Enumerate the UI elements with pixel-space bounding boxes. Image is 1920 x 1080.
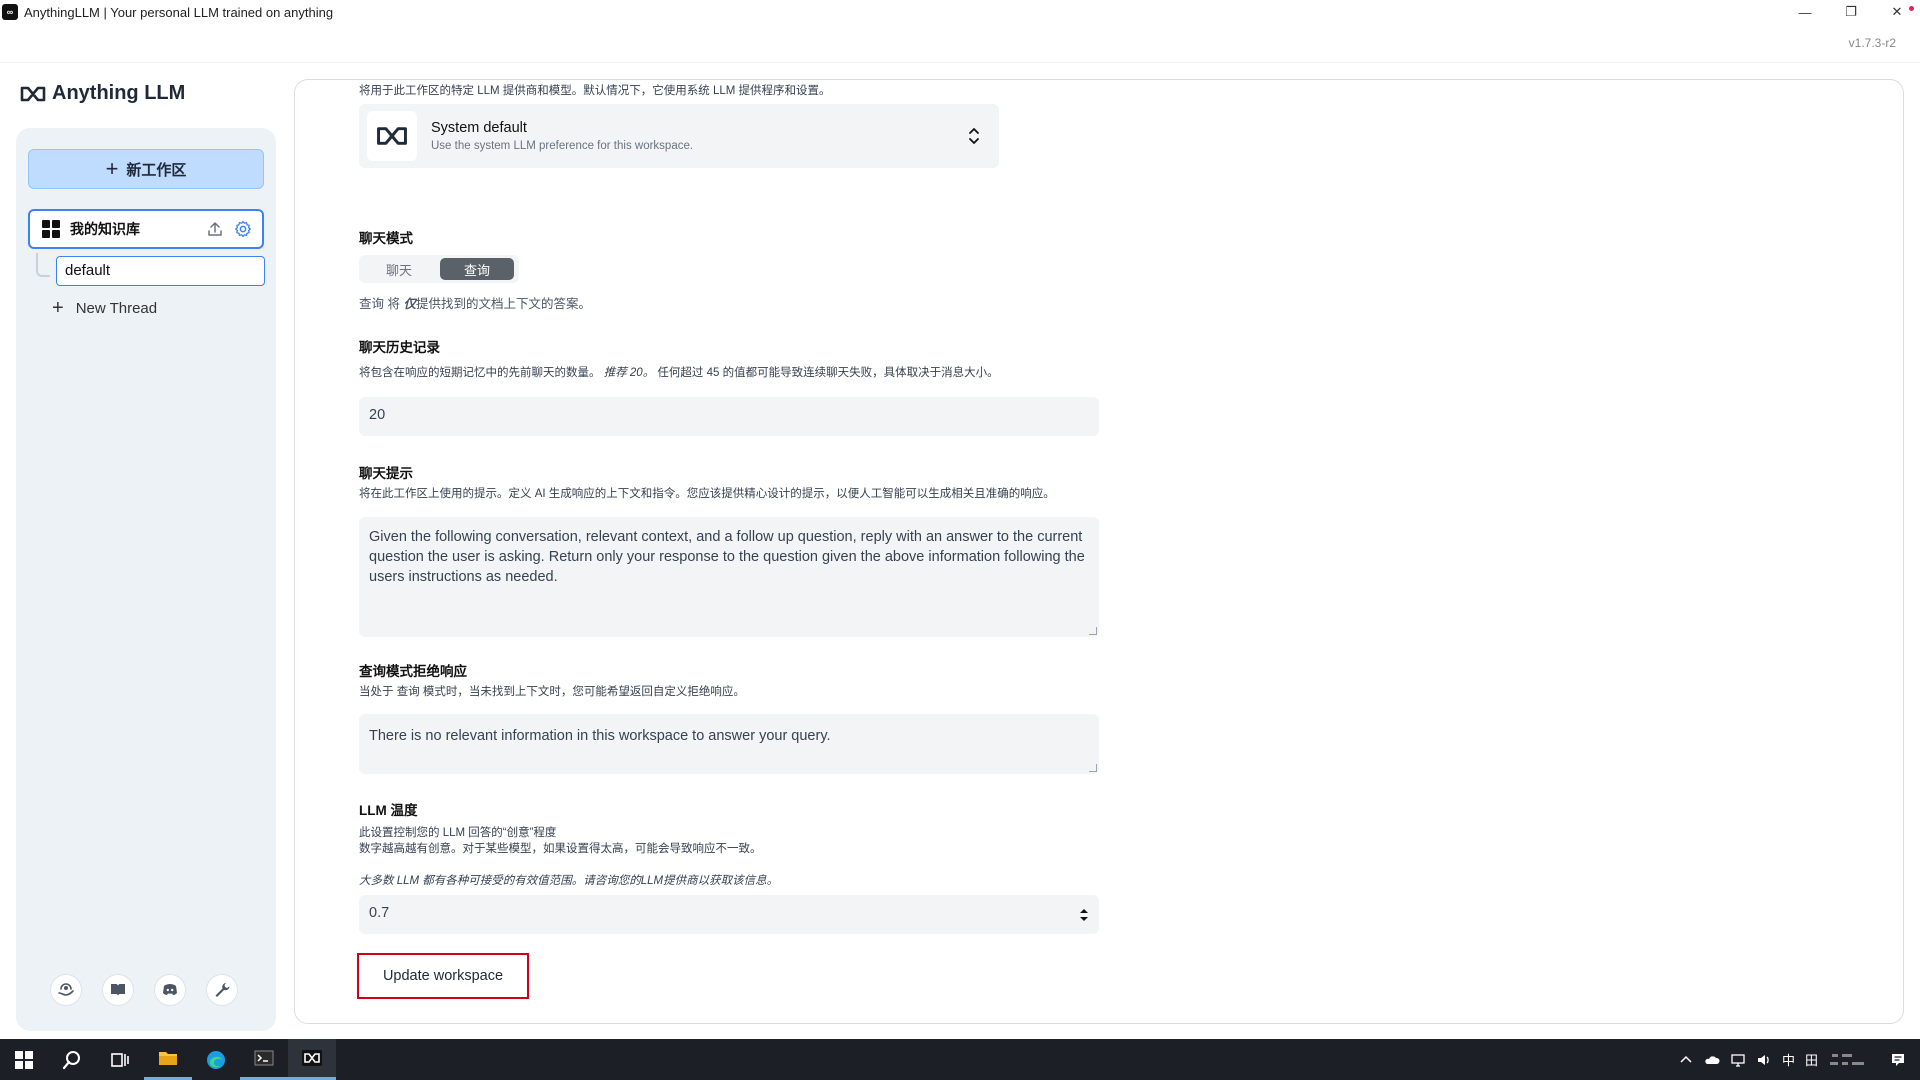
- sidebar-footer: [50, 974, 238, 1006]
- llm-select-title: System default: [431, 120, 527, 136]
- plus-icon: +: [105, 156, 119, 181]
- history-desc-prefix: 将包含在响应的短期记忆中的先前聊天的数量。: [359, 367, 601, 379]
- windows-start-icon: [15, 1050, 33, 1069]
- terminal-taskbar[interactable]: [240, 1039, 288, 1080]
- chat-history-heading: 聊天历史记录: [359, 340, 440, 355]
- anythingllm-taskbar[interactable]: [288, 1039, 336, 1080]
- network-icon[interactable]: [1730, 1052, 1746, 1068]
- window-title: AnythingLLM | Your personal LLM trained …: [24, 4, 334, 20]
- llm-select-description: Use the system LLM preference for this w…: [431, 140, 694, 152]
- clock-placeholder-icon[interactable]: [1828, 1052, 1868, 1068]
- community-hub-button[interactable]: [50, 974, 82, 1006]
- resize-handle[interactable]: [1089, 764, 1097, 772]
- workspace-grid-icon: [42, 220, 60, 238]
- chat-prompt-textarea[interactable]: Given the following conversation, releva…: [359, 517, 1099, 637]
- start-button[interactable]: [0, 1039, 48, 1080]
- app-logo: Anything LLM: [20, 82, 185, 105]
- close-button[interactable]: ✕: [1874, 0, 1920, 24]
- logo-text: Anything LLM: [52, 82, 186, 104]
- taskbar-search-button[interactable]: [48, 1039, 96, 1080]
- chat-mode-help-prefix: 查询 将: [359, 297, 400, 311]
- chevron-up-icon[interactable]: [1678, 1052, 1694, 1068]
- temperature-desc-line2: 数字越高越有创意。对于某些模型，如果设置得太高，可能会导致响应不一致。: [359, 843, 762, 855]
- minimize-button[interactable]: —: [1782, 0, 1828, 24]
- gear-icon[interactable]: [234, 220, 252, 238]
- settings-button[interactable]: [206, 974, 238, 1006]
- chat-prompt-heading: 聊天提示: [359, 466, 413, 481]
- anythingllm-icon: [302, 1050, 322, 1066]
- chat-mode-help-emphasis: 仅: [403, 297, 416, 311]
- file-explorer-taskbar[interactable]: [144, 1039, 192, 1080]
- notification-center-icon[interactable]: [1890, 1052, 1906, 1068]
- chat-prompt-text: Given the following conversation, releva…: [369, 529, 1085, 585]
- version-label: v1.7.3-r2: [1848, 36, 1896, 50]
- edge-browser-icon: [207, 1050, 225, 1069]
- ime-mode-indicator[interactable]: 田: [1805, 1050, 1818, 1069]
- resize-handle[interactable]: [1089, 627, 1097, 635]
- terminal-icon: [254, 1050, 274, 1066]
- new-workspace-label: 新工作区: [126, 161, 187, 179]
- volume-icon[interactable]: [1756, 1052, 1772, 1068]
- chat-history-input[interactable]: 20: [359, 397, 1099, 436]
- plus-icon: +: [52, 297, 64, 319]
- title-bar: ∞ AnythingLLM | Your personal LLM traine…: [0, 0, 1920, 24]
- update-workspace-button[interactable]: Update workspace: [357, 953, 529, 999]
- chat-mode-help-suffix: 提供找到的文档上下文的答案。: [415, 297, 591, 311]
- upload-icon[interactable]: [206, 220, 224, 238]
- chat-mode-help: 查询 将 仅提供找到的文档上下文的答案。: [359, 293, 591, 312]
- docs-button[interactable]: [102, 974, 134, 1006]
- task-view-icon: [111, 1052, 129, 1067]
- task-view-button[interactable]: [96, 1039, 144, 1080]
- temperature-value: 0.7: [369, 905, 390, 921]
- temperature-desc-line1: 此设置控制您的 LLM 回答的“创意”程度: [359, 827, 557, 839]
- new-thread-button[interactable]: + New Thread: [52, 298, 157, 318]
- llm-temperature-heading: LLM 温度: [359, 803, 418, 818]
- file-explorer-icon: [159, 1052, 177, 1065]
- llm-provider-logo: [367, 111, 417, 161]
- anythingllm-logo-icon: [20, 86, 46, 101]
- ime-indicator[interactable]: 中: [1782, 1050, 1795, 1069]
- settings-wrench-icon: [215, 983, 230, 997]
- chat-mode-option-chat[interactable]: 聊天: [362, 258, 436, 280]
- notification-dot: [1909, 6, 1914, 11]
- app-icon: ∞: [2, 4, 18, 20]
- restore-button[interactable]: ❐: [1828, 0, 1874, 24]
- refusal-description: 当处于 查询 模式时，当未找到上下文时，您可能希望返回自定义拒绝响应。: [359, 686, 745, 698]
- temperature-input[interactable]: 0.7: [359, 895, 1099, 934]
- llm-provider-select[interactable]: System default Use the system LLM prefer…: [359, 104, 999, 168]
- workspace-item[interactable]: 我的知识库: [28, 209, 264, 249]
- refusal-text: There is no relevant information in this…: [369, 728, 831, 744]
- anythingllm-logo-icon: [377, 127, 407, 145]
- community-hub-icon: [58, 983, 74, 996]
- thread-item-default[interactable]: default: [56, 256, 265, 286]
- chevron-up-down-icon: [969, 128, 979, 144]
- header-divider: [0, 62, 1920, 63]
- chat-mode-option-query[interactable]: 查询: [440, 258, 514, 280]
- chat-prompt-description: 将在此工作区上使用的提示。定义 AI 生成响应的上下文和指令。您应该提供精心设计…: [359, 488, 1055, 500]
- taskbar: 中 田: [0, 1039, 1920, 1080]
- refusal-heading: 查询模式拒绝响应: [359, 664, 467, 679]
- history-desc-emphasis: 推荐 20。: [603, 367, 655, 379]
- stepper-icon[interactable]: [1079, 907, 1089, 923]
- history-desc-suffix: 任何超过 45 的值都可能导致连续聊天失败，具体取决于消息大小。: [657, 367, 999, 379]
- discord-icon: [163, 984, 177, 995]
- chat-mode-toggle: 聊天 查询: [359, 255, 519, 283]
- refusal-textarea[interactable]: There is no relevant information in this…: [359, 714, 1099, 774]
- workspace-settings-panel: 将用于此工作区的特定 LLM 提供商和模型。默认情况下，它使用系统 LLM 提供…: [294, 79, 1904, 1024]
- new-thread-label: New Thread: [75, 299, 158, 317]
- docs-book-icon: [111, 984, 125, 996]
- search-icon: [62, 1050, 80, 1069]
- onedrive-cloud-icon[interactable]: [1704, 1052, 1720, 1068]
- workspace-name: 我的知识库: [70, 221, 140, 237]
- edge-taskbar[interactable]: [192, 1039, 240, 1080]
- llm-provider-description: 将用于此工作区的特定 LLM 提供商和模型。默认情况下，它使用系统 LLM 提供…: [359, 85, 831, 97]
- chat-mode-heading: 聊天模式: [359, 231, 413, 246]
- thread-connector: [36, 253, 50, 277]
- chat-history-description: 将包含在响应的短期记忆中的先前聊天的数量。 推荐 20。 任何超过 45 的值都…: [359, 364, 999, 380]
- new-workspace-button[interactable]: + 新工作区: [28, 149, 264, 189]
- system-tray: 中 田: [1678, 1039, 1920, 1080]
- discord-button[interactable]: [154, 974, 186, 1006]
- window-controls: — ❐ ✕: [1782, 0, 1920, 24]
- temperature-note: 大多数 LLM 都有各种可接受的有效值范围。请咨询您的LLM提供商以获取该信息。: [359, 875, 779, 887]
